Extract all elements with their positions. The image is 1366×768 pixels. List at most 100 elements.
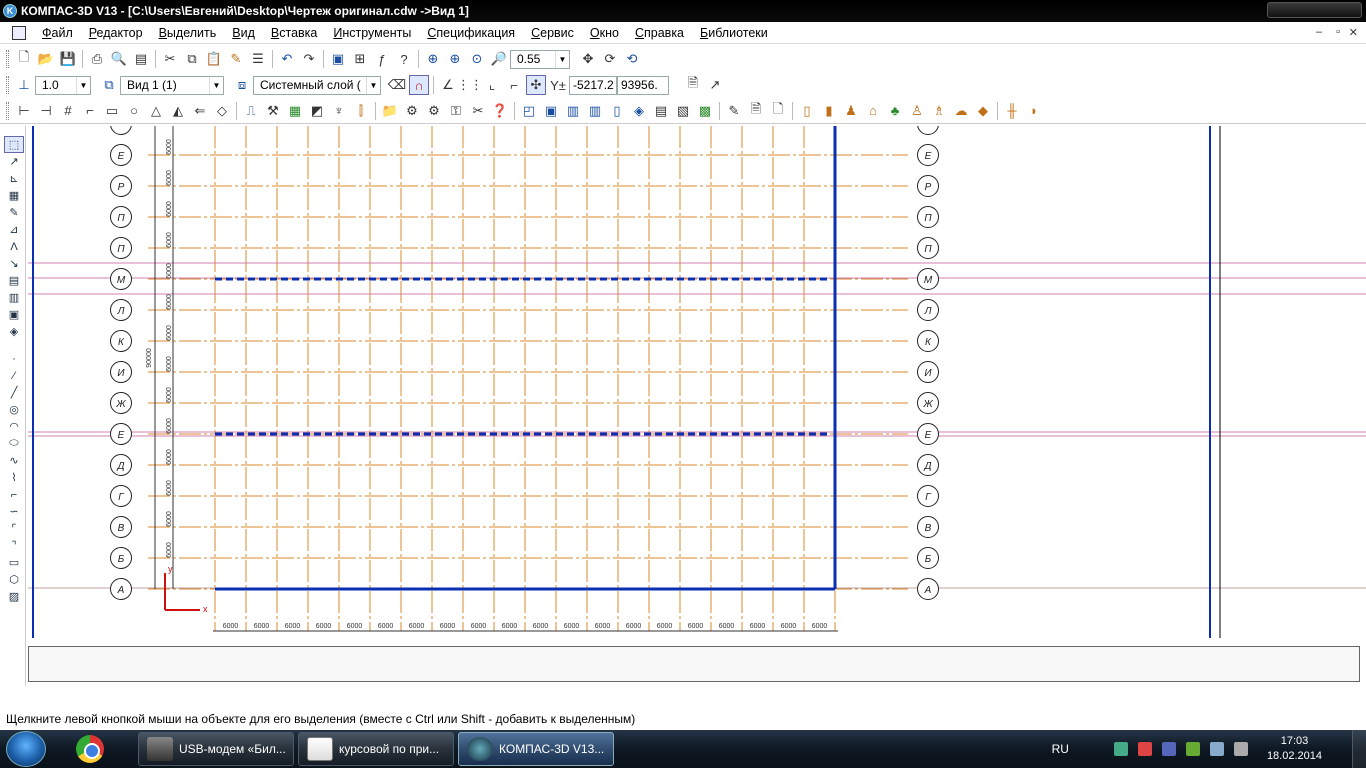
- triangle-icon[interactable]: ◭: [168, 101, 188, 121]
- ruler-icon[interactable]: ⊢: [14, 101, 34, 121]
- ortho-icon[interactable]: ∠: [438, 75, 458, 95]
- doc-a-icon[interactable]: 🗎: [746, 101, 766, 121]
- diamond-icon[interactable]: ◇: [212, 101, 232, 121]
- doc-b-icon[interactable]: 🗋: [768, 101, 788, 121]
- clock[interactable]: 17:03 18.02.2014: [1267, 734, 1322, 764]
- format-brush-icon[interactable]: ✎: [226, 49, 246, 69]
- circle-draw-icon[interactable]: ◎: [4, 401, 24, 418]
- stairs-icon[interactable]: ⫿: [351, 101, 371, 121]
- menu-specification[interactable]: Спецификация: [419, 26, 523, 40]
- pencil-icon[interactable]: ✎: [724, 101, 744, 121]
- ortho-mode-icon[interactable]: ⌐: [504, 75, 524, 95]
- arrow-left-icon[interactable]: ⇐: [190, 101, 210, 121]
- scale-combo[interactable]: 1.0 ▼: [35, 75, 91, 95]
- chart-icon[interactable]: ⎍: [241, 101, 261, 121]
- fillet-tool-icon[interactable]: ⌜: [4, 520, 24, 537]
- nvidia-tray-icon[interactable]: [1185, 742, 1200, 756]
- floor-plan[interactable]: А АБ БВ ВГ ГД ДЕ ЕЖ ЖИ ИК КЛ ЛМ МП ПП ПР РЕ Е6000600060…: [28, 126, 1366, 638]
- fence-icon[interactable]: ╫: [1002, 101, 1022, 121]
- chair-icon[interactable]: ♟: [841, 101, 861, 121]
- figure-icon[interactable]: ♗: [929, 101, 949, 121]
- doc-restore-button[interactable]: ▫: [1336, 26, 1340, 38]
- drawing-canvas[interactable]: А А Б Б В В Г Г Д Д Е Е Ж Ж И И К К Л Л М М П П П П Р Р Е Е 6000 6000 60…: [28, 126, 1366, 638]
- hammer-icon[interactable]: ⚒: [263, 101, 283, 121]
- zoom-combo[interactable]: 0.55 ▼: [510, 49, 570, 69]
- circle-tool-icon[interactable]: ○: [124, 101, 144, 121]
- menu-service[interactable]: Сервис: [523, 26, 582, 40]
- menu-view[interactable]: Вид: [224, 26, 263, 40]
- element2-icon[interactable]: ▧: [673, 101, 693, 121]
- aux-line-tool-icon[interactable]: ⁄: [4, 367, 24, 384]
- paste-icon[interactable]: 📋: [204, 49, 224, 69]
- menu-select[interactable]: Выделить: [151, 26, 225, 40]
- edit-tool-icon[interactable]: ✎: [4, 204, 24, 221]
- arc-tool-icon[interactable]: ◠: [4, 418, 24, 435]
- help-icon[interactable]: ❓: [490, 101, 510, 121]
- antivirus-tray-icon[interactable]: [1137, 742, 1152, 756]
- chevron-down-icon[interactable]: ▼: [76, 76, 90, 94]
- fx-icon[interactable]: ƒ: [372, 49, 392, 69]
- rect-icon[interactable]: ▭: [102, 101, 122, 121]
- report-tool-icon[interactable]: ▥: [4, 289, 24, 306]
- wardrobe-icon[interactable]: ▮: [819, 101, 839, 121]
- coordinates-icon[interactable]: ✣: [526, 75, 546, 95]
- cs-icon[interactable]: ⌞: [482, 75, 502, 95]
- toolbar-grip[interactable]: [6, 50, 9, 68]
- start-button[interactable]: [6, 731, 46, 767]
- gear-blue-icon[interactable]: ⚙: [424, 101, 444, 121]
- view-combo[interactable]: Вид 1 (1) ▼: [120, 75, 224, 95]
- box-icon[interactable]: ◆: [973, 101, 993, 121]
- print-icon[interactable]: ⎙: [87, 49, 107, 69]
- chrome-icon[interactable]: [76, 735, 104, 763]
- layer-icon[interactable]: ⧈: [232, 75, 252, 95]
- zoom-in-icon[interactable]: ⊕: [445, 49, 465, 69]
- car-icon[interactable]: ◗: [1024, 101, 1044, 121]
- select-mode-icon[interactable]: ↘: [4, 255, 24, 272]
- doc-close-button[interactable]: ✕: [1349, 26, 1358, 39]
- taskbar-word-document[interactable]: курсовой по при...: [298, 732, 454, 766]
- polygon-tool-icon[interactable]: ⬡: [4, 571, 24, 588]
- scissors-tool-icon[interactable]: ✂: [468, 101, 488, 121]
- parametrize-tool-icon[interactable]: ⊿: [4, 221, 24, 238]
- volume-icon[interactable]: [1233, 742, 1248, 756]
- chevron-down-icon[interactable]: ▼: [555, 50, 569, 68]
- refresh-view-icon[interactable]: ⟳: [600, 49, 620, 69]
- hatch-tool-icon[interactable]: ▦: [4, 187, 24, 204]
- table-icon[interactable]: ▦: [285, 101, 305, 121]
- redraw-icon[interactable]: ⟲: [622, 49, 642, 69]
- coord-y-field[interactable]: 93956.: [617, 75, 669, 95]
- print-preview-icon[interactable]: 🔍: [109, 49, 129, 69]
- arrow-tool-icon[interactable]: ↗: [705, 75, 725, 95]
- zoom-scale-icon[interactable]: 🔎: [489, 49, 509, 69]
- new-document-icon[interactable]: 🗋: [14, 49, 34, 69]
- zoom-window-icon[interactable]: ⊕: [423, 49, 443, 69]
- spec-tool-icon[interactable]: ▤: [4, 272, 24, 289]
- open-icon[interactable]: 📂: [36, 49, 56, 69]
- steps-icon[interactable]: ⌐: [80, 101, 100, 121]
- key-icon[interactable]: ⚿: [446, 101, 466, 121]
- local-cs-icon[interactable]: ⊥: [14, 75, 34, 95]
- stairs-blue-icon[interactable]: ◈: [629, 101, 649, 121]
- folder-library-icon[interactable]: 📁: [380, 101, 400, 121]
- monitor-tray-icon[interactable]: [1209, 742, 1224, 756]
- cloud-icon[interactable]: ☁: [951, 101, 971, 121]
- measure-icon[interactable]: ⊣: [36, 101, 56, 121]
- menu-window[interactable]: Окно: [582, 26, 627, 40]
- window-controls[interactable]: [1267, 2, 1362, 18]
- shapes-icon[interactable]: △: [146, 101, 166, 121]
- window-tool-icon[interactable]: ◰: [519, 101, 539, 121]
- bezier-tool-icon[interactable]: ∽: [4, 503, 24, 520]
- network-tray-icon[interactable]: [1113, 742, 1128, 756]
- hatch-fill-icon[interactable]: ▨: [4, 588, 24, 605]
- document-icon[interactable]: [12, 25, 26, 40]
- pillar-icon[interactable]: ▯: [607, 101, 627, 121]
- language-indicator[interactable]: RU: [1052, 742, 1069, 756]
- ellipse-tool-icon[interactable]: ⬭: [4, 435, 24, 452]
- view-state-icon[interactable]: ⧉: [99, 75, 119, 95]
- undo-icon[interactable]: ↶: [277, 49, 297, 69]
- cut-icon[interactable]: ✂: [160, 49, 180, 69]
- vk-tray-icon[interactable]: [1161, 742, 1176, 756]
- pan-icon[interactable]: ✥: [578, 49, 598, 69]
- lamp-icon[interactable]: ♆: [329, 101, 349, 121]
- polyline-tool-icon[interactable]: ⌇: [4, 469, 24, 486]
